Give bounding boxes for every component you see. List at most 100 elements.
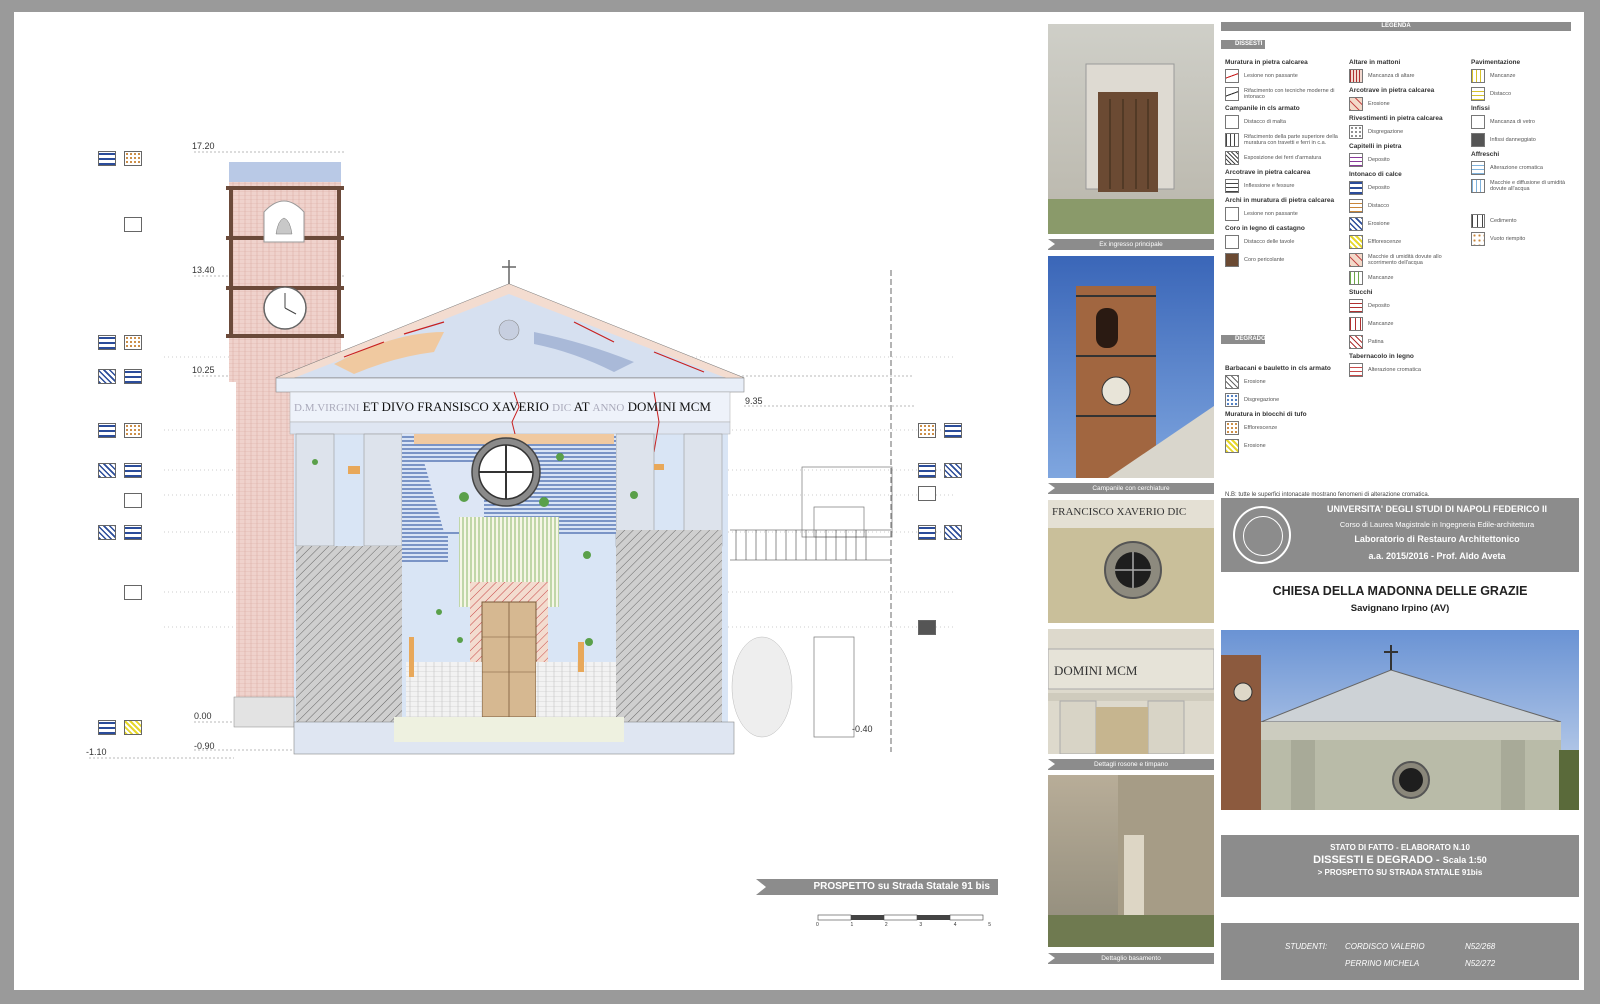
inscription-part: ET DIVO FRANSISCO XAVERIO bbox=[362, 399, 549, 414]
legend-item: Macchie e diffusione di umidità dovute a… bbox=[1471, 179, 1575, 193]
legend-item: Mancanze bbox=[1349, 271, 1465, 285]
photo-rose-window: FRANCISCO XAVERIO DIC bbox=[1048, 500, 1214, 623]
legend-item: Rifacimento della parte superiore della … bbox=[1225, 133, 1343, 147]
legend-swatch-icon bbox=[1349, 271, 1363, 285]
legend-item: Efflorescenze bbox=[1349, 235, 1465, 249]
swatch-icon bbox=[98, 369, 116, 384]
elevation-drawing: D.M.VIRGINI ET DIVO FRANSISCO XAVERIO DI… bbox=[14, 12, 1054, 990]
legend-item: Macchie di umidità dovute allo scorrimen… bbox=[1349, 253, 1465, 267]
sheet-subtitle: > PROSPETTO SU STRADA STATALE 91bis bbox=[1317, 868, 1483, 877]
legend-group-title: Muratura in blocchi di tufo bbox=[1225, 411, 1307, 418]
legend-item: Distacco di malta bbox=[1225, 115, 1343, 129]
legend-group-title: Muratura in pietra calcarea bbox=[1225, 59, 1308, 66]
legend-swatch-icon bbox=[1349, 181, 1363, 195]
swatch-icon bbox=[98, 720, 116, 735]
legend-item: Alterazione cromatica bbox=[1471, 161, 1575, 175]
legend-panel: LEGENDA DISSESTI DEGRADO Muratura in pie… bbox=[1221, 22, 1579, 504]
legend-group-title: Affreschi bbox=[1471, 151, 1500, 158]
swatch-icon bbox=[918, 463, 936, 478]
scale-tick: 2 bbox=[884, 922, 888, 928]
legend-item: Mancanza di vetro bbox=[1471, 115, 1575, 129]
legend-item: Lesione non passante bbox=[1225, 69, 1343, 83]
legend-item: Inflessione e fessure bbox=[1225, 179, 1343, 193]
level-label: -1.10 bbox=[86, 747, 107, 757]
students-label: STUDENTI: bbox=[1285, 942, 1328, 951]
swatch-icon bbox=[124, 525, 142, 540]
legend-item: Deposito bbox=[1349, 181, 1465, 195]
swatch-icon bbox=[124, 720, 142, 735]
legend-group-title: Infissi bbox=[1471, 105, 1490, 112]
photo-entrance bbox=[1048, 24, 1214, 234]
legend-item: Cedimento bbox=[1471, 214, 1575, 228]
level-label: 0.00 bbox=[194, 711, 212, 721]
legend-item: Coro pericolante bbox=[1225, 253, 1343, 267]
legend-swatch-icon bbox=[1349, 299, 1363, 313]
legend-column-3: Pavimentazione Mancanze Distacco Infissi… bbox=[1471, 56, 1575, 250]
legend-group-title: Barbacani e bauletto in cls armato bbox=[1225, 365, 1331, 372]
legend-item: Erosione bbox=[1225, 439, 1343, 453]
legend-item: Erosione bbox=[1349, 97, 1465, 111]
photo-caption: Campanile con cerchiature bbox=[1048, 483, 1214, 494]
legend-title: LEGENDA bbox=[1221, 22, 1571, 31]
legend-swatch-icon bbox=[1225, 207, 1239, 221]
photo-caption: Ex ingresso principale bbox=[1048, 239, 1214, 250]
students-block: STUDENTI: CORDISCO VALERIO N52/268 PERRI… bbox=[1221, 922, 1579, 980]
legend-group-title: Pavimentazione bbox=[1471, 59, 1521, 66]
legend-group-title: Archi in muratura di pietra calcarea bbox=[1225, 197, 1335, 204]
sheet-scale: Scala 1:50 bbox=[1442, 855, 1487, 865]
legend-group-title: Coro in legno di castagno bbox=[1225, 225, 1305, 232]
legend-swatch-icon bbox=[1349, 199, 1363, 213]
level-label: 9.35 bbox=[745, 396, 763, 406]
legend-item: Distacco bbox=[1349, 199, 1465, 213]
swatch-icon bbox=[918, 486, 936, 501]
legend-swatch-icon bbox=[1225, 235, 1239, 249]
swatch-icon bbox=[98, 463, 116, 478]
legend-item: Erosione bbox=[1225, 375, 1343, 389]
student-id: N52/272 bbox=[1465, 959, 1496, 968]
legend-item: Lesione non passante bbox=[1225, 207, 1343, 221]
swatch-icon bbox=[98, 525, 116, 540]
legend-group-title: Intonaco di calce bbox=[1349, 171, 1402, 178]
swatch-icon bbox=[124, 585, 142, 600]
legend-group-title: Altare in mattoni bbox=[1349, 59, 1401, 66]
university-course: Corso di Laurea Magistrale in Ingegneria… bbox=[1339, 520, 1535, 529]
swatch-icon bbox=[918, 423, 936, 438]
legend-swatch-icon bbox=[1225, 133, 1239, 147]
legend-swatch-icon bbox=[1471, 115, 1485, 129]
sheet-title-text: DISSESTI E DEGRADO - bbox=[1313, 854, 1440, 866]
swatch-icon bbox=[124, 217, 142, 232]
facade-inscription: D.M.VIRGINI ET DIVO FRANSISCO XAVERIO DI… bbox=[294, 399, 730, 415]
legend-item: Infissi danneggiato bbox=[1471, 133, 1575, 147]
swatch-icon bbox=[98, 423, 116, 438]
level-label: -0.40 bbox=[852, 724, 873, 734]
legend-swatch-icon bbox=[1471, 87, 1485, 101]
photo-caption: Dettaglio basamento bbox=[1048, 953, 1214, 964]
legend-swatch-icon bbox=[1349, 217, 1363, 231]
legend-group-title: Rivestimenti in pietra calcarea bbox=[1349, 115, 1443, 122]
legend-item: Efflorescenze bbox=[1225, 421, 1343, 435]
legend-tag-dissesti: DISSESTI bbox=[1221, 40, 1265, 49]
swatch-icon bbox=[124, 423, 142, 438]
legend-item: Deposito bbox=[1349, 299, 1465, 313]
swatch-icon bbox=[98, 335, 116, 350]
legend-item: Distacco bbox=[1471, 87, 1575, 101]
swatch-icon bbox=[944, 423, 962, 438]
legend-swatch-icon bbox=[1349, 69, 1363, 83]
legend-swatch-icon bbox=[1349, 335, 1363, 349]
photo-basement bbox=[1048, 775, 1214, 947]
legend-swatch-icon bbox=[1471, 69, 1485, 83]
photo-church-facade bbox=[1221, 630, 1579, 810]
legend-item: Esposizione dei ferri d'armatura bbox=[1225, 151, 1343, 165]
student-name: CORDISCO VALERIO bbox=[1345, 942, 1425, 951]
legend-group-title: Arcotrave in pietra calcarea bbox=[1225, 169, 1311, 176]
legend-item: Erosione bbox=[1349, 217, 1465, 231]
stato-label: STATO DI FATTO - ELABORATO N.10 bbox=[1330, 843, 1470, 852]
legend-item: Deposito bbox=[1349, 153, 1465, 167]
legend-swatch-icon bbox=[1349, 363, 1363, 377]
scale-bar-ticks: 0 1 2 3 4 5 bbox=[816, 922, 991, 928]
legend-swatch-icon bbox=[1225, 439, 1239, 453]
inscription-part: D.M.VIRGINI bbox=[294, 402, 360, 414]
swatch-icon bbox=[944, 525, 962, 540]
legend-swatch-icon bbox=[1225, 87, 1239, 101]
swatch-icon bbox=[944, 463, 962, 478]
